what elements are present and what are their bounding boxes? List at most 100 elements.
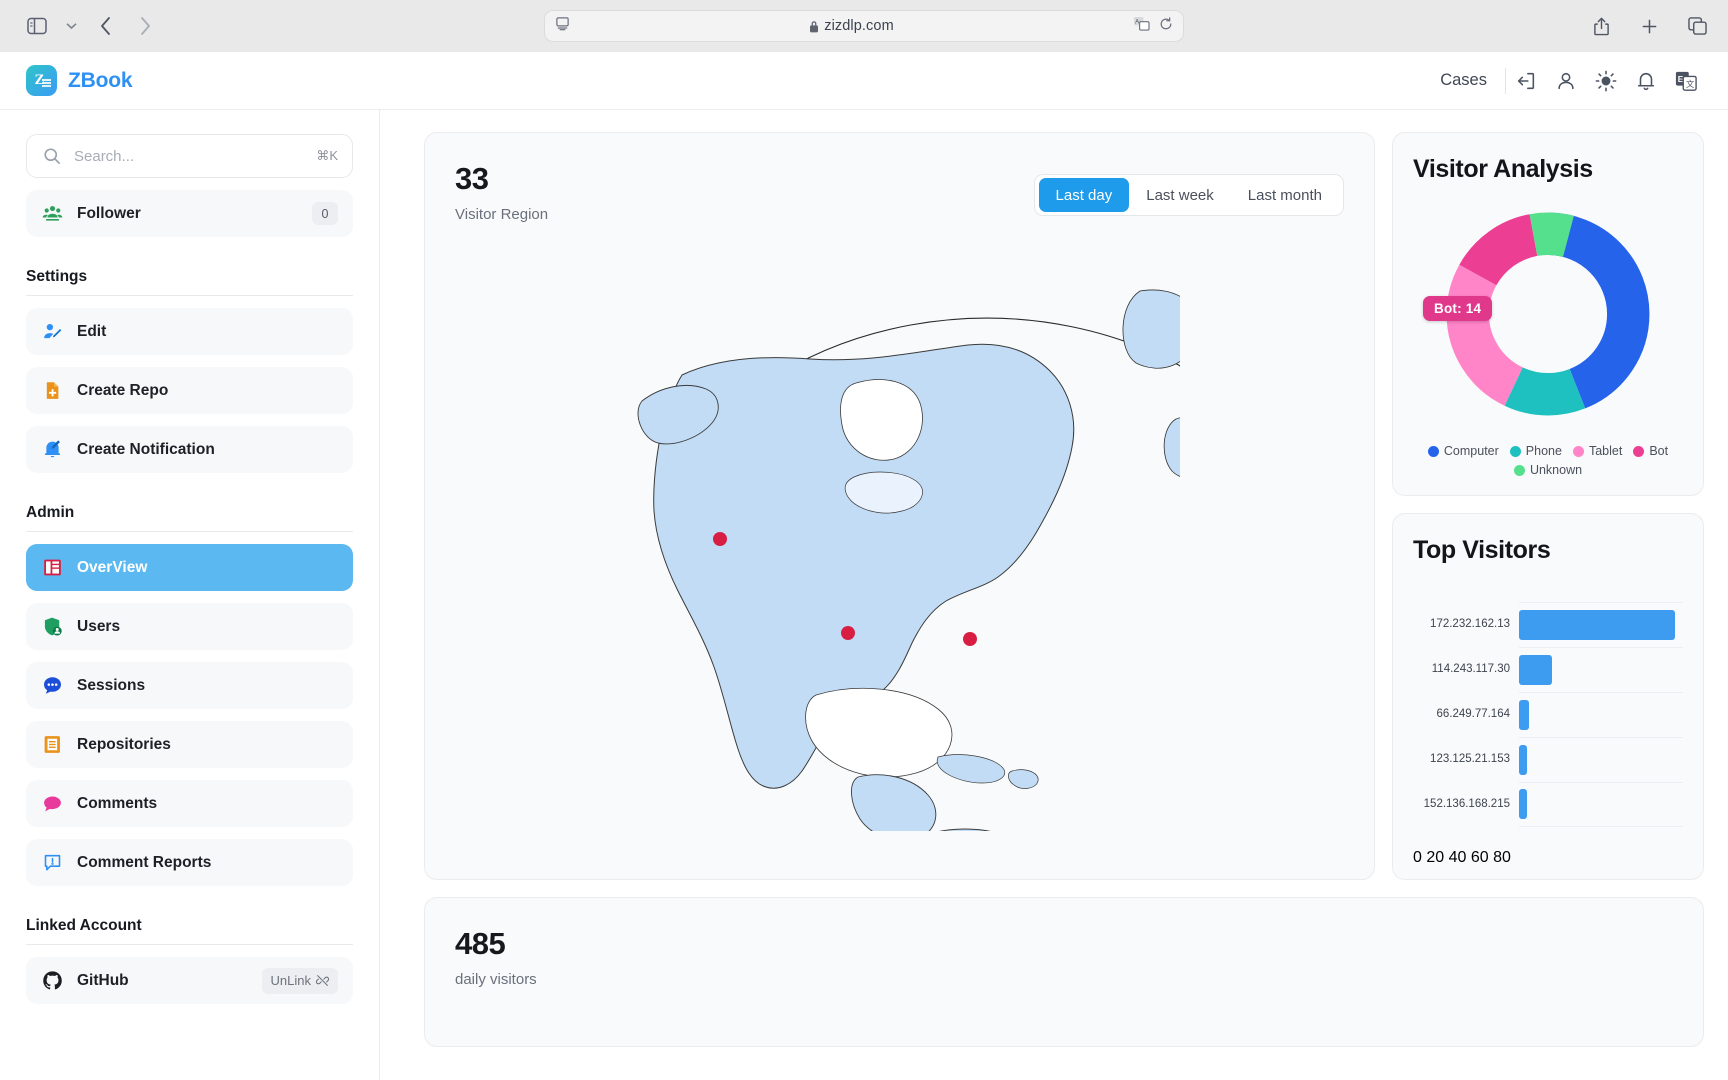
sidebar-section-linked-account: Linked Account [26, 917, 353, 945]
comment-icon [41, 793, 63, 815]
search-shortcut: ⌘K [316, 148, 338, 163]
sidebar-section-settings: Settings [26, 268, 353, 296]
bar-track [1519, 601, 1683, 647]
people-group-icon [41, 203, 63, 225]
legend-item-bot[interactable]: Bot [1633, 444, 1668, 458]
legend-item-tablet[interactable]: Tablet [1572, 444, 1622, 458]
dashboard-right-column: Visitor Analysis Bot: 14 Computer Phone … [1392, 132, 1704, 880]
browser-toolbar: zizdlp.com A [0, 0, 1728, 52]
globe-svg [637, 289, 1180, 831]
sidebar-item-github[interactable]: GitHub UnLink [26, 957, 353, 1004]
book-icon [41, 734, 63, 756]
brand-logo-group[interactable]: Z ZBook [26, 65, 133, 96]
bar-label: 114.243.117.30 [1431, 663, 1510, 675]
bar-label: 172.232.162.13 [1430, 618, 1510, 630]
sidebar-item-follower[interactable]: Follower 0 [26, 190, 353, 237]
user-icon[interactable] [1546, 61, 1586, 101]
chevron-down-icon[interactable] [60, 11, 82, 41]
axis-tick: 60 [1470, 849, 1489, 866]
reader-view-icon[interactable] [555, 16, 570, 36]
url-text-group: zizdlp.com [570, 18, 1133, 34]
reload-icon[interactable] [1159, 16, 1173, 36]
marker-west-coast [712, 532, 727, 546]
sidebar-item-label: Create Notification [77, 440, 215, 458]
daily-visitors-label: daily visitors [455, 971, 537, 988]
axis-tick: 40 [1448, 849, 1467, 866]
page-translate-icon[interactable]: A [1133, 16, 1150, 36]
sidebar-item-repositories[interactable]: Repositories [26, 721, 353, 768]
sidebar-item-label: Create Repo [77, 381, 169, 399]
legend-item-unknown[interactable]: Unknown [1513, 463, 1583, 477]
top-visitors-axis: 0 20 40 60 80 [1413, 849, 1683, 869]
login-icon[interactable] [1506, 61, 1546, 101]
bar-row[interactable]: 123.125.21.153 [1413, 736, 1683, 782]
sidebar-section-admin: Admin [26, 504, 353, 532]
bar-row[interactable]: 66.249.77.164 [1413, 691, 1683, 737]
world-globe-map[interactable] [425, 243, 1374, 859]
bar-track [1519, 691, 1683, 737]
back-arrow-icon[interactable] [88, 11, 122, 41]
sidebar-item-label: Sessions [77, 676, 146, 694]
tab-last-week[interactable]: Last week [1129, 178, 1231, 212]
sidebar-item-users[interactable]: Users [26, 603, 353, 650]
axis-tick: 0 [1413, 849, 1422, 866]
language-icon[interactable]: En 文 [1666, 61, 1706, 101]
legend-item-computer[interactable]: Computer [1427, 444, 1499, 458]
address-bar-actions: A [1133, 16, 1173, 36]
user-edit-icon [41, 321, 63, 343]
legend-label: Bot [1649, 444, 1669, 458]
browser-nav-group [20, 11, 162, 41]
sidebar-item-label: Repositories [77, 735, 171, 753]
bar-row[interactable]: 152.136.168.215 [1413, 781, 1683, 827]
bar-label: 152.136.168.215 [1423, 798, 1510, 810]
sidebar-item-comments[interactable]: Comments [26, 780, 353, 827]
lock-icon [810, 20, 819, 32]
bar-track [1519, 646, 1683, 692]
sidebar-item-edit[interactable]: Edit [26, 308, 353, 355]
bar-fill [1519, 654, 1552, 685]
tab-overview-icon[interactable] [1680, 11, 1714, 41]
sidebar-item-create-repo[interactable]: Create Repo [26, 367, 353, 414]
forward-arrow-icon[interactable] [128, 11, 162, 41]
top-visitors-bars: 172.232.162.13 114.243.117.30 66.249.77.… [1413, 565, 1683, 849]
bell-edit-icon [41, 439, 63, 461]
sidebar-item-create-notification[interactable]: Create Notification [26, 426, 353, 473]
unlink-label: UnLink [270, 973, 311, 988]
marker-central [840, 626, 855, 640]
plus-icon[interactable] [1632, 11, 1666, 41]
follower-count-badge: 0 [312, 202, 338, 225]
shield-user-icon [41, 616, 63, 638]
top-visitors-card: Top Visitors 172.232.162.13 114.243.117.… [1392, 513, 1704, 880]
unlink-button[interactable]: UnLink [261, 967, 338, 994]
bar-row[interactable]: 114.243.117.30 [1413, 646, 1683, 692]
share-icon[interactable] [1584, 11, 1618, 41]
bar-track [1519, 736, 1683, 782]
file-plus-icon [41, 380, 63, 402]
logo-lines [42, 79, 51, 88]
bar-label: 66.249.77.164 [1436, 708, 1510, 720]
sidebar-toggle-icon[interactable] [20, 11, 54, 41]
visitor-region-card: 33 Visitor Region Last day Last week Las… [424, 132, 1375, 880]
cases-link[interactable]: Cases [1440, 71, 1505, 90]
legend-swatch [1427, 445, 1439, 457]
sidebar-item-sessions[interactable]: Sessions [26, 662, 353, 709]
address-bar[interactable]: zizdlp.com A [544, 10, 1184, 42]
sidebar-item-overview[interactable]: OverView [26, 544, 353, 591]
bar-fill [1519, 789, 1528, 819]
bell-icon[interactable] [1626, 61, 1666, 101]
search-input[interactable] [74, 147, 306, 165]
search-box[interactable]: ⌘K [26, 134, 353, 178]
sidebar: ⌘K Follower 0 Settings [0, 110, 380, 1080]
daily-visitors-value: 485 [455, 926, 506, 961]
visitor-analysis-donut[interactable]: Bot: 14 [1413, 184, 1683, 444]
sun-icon[interactable] [1586, 61, 1626, 101]
tab-last-day[interactable]: Last day [1038, 178, 1130, 212]
sidebar-item-comment-reports[interactable]: Comment Reports [26, 839, 353, 886]
tab-last-month[interactable]: Last month [1231, 178, 1339, 212]
bar-row[interactable]: 172.232.162.13 [1413, 601, 1683, 647]
legend-swatch [1633, 445, 1645, 457]
page-layout: ⌘K Follower 0 Settings [0, 110, 1728, 1080]
legend-label: Phone [1525, 444, 1562, 458]
legend-item-phone[interactable]: Phone [1509, 444, 1562, 458]
legend-label: Unknown [1529, 463, 1583, 477]
